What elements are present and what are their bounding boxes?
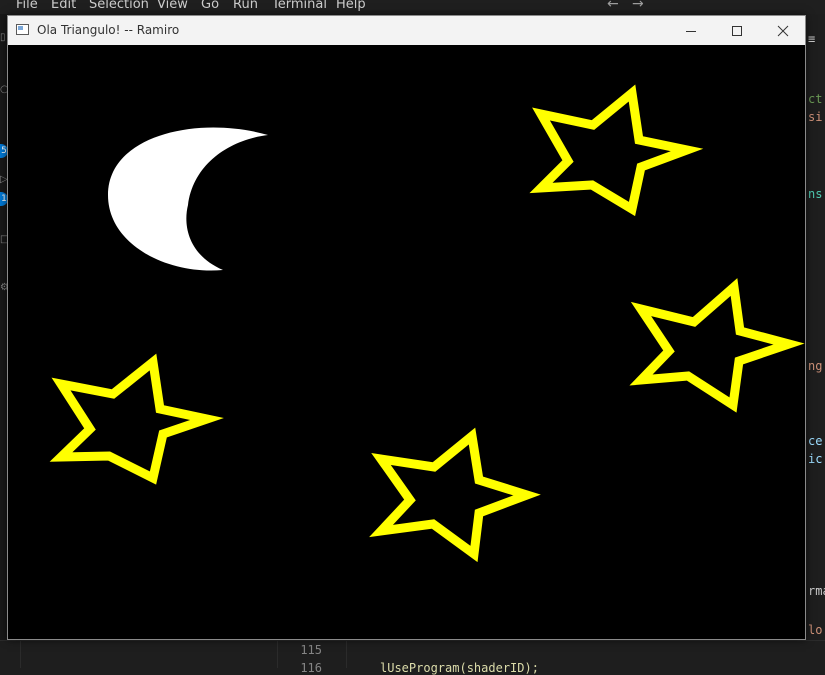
- maximize-button[interactable]: [714, 16, 760, 45]
- panel-divider: [346, 641, 347, 668]
- title-bar[interactable]: Ola Triangulo! -- Ramiro: [8, 16, 805, 45]
- menu-edit[interactable]: Edit: [51, 0, 76, 13]
- close-icon: [777, 25, 789, 36]
- maximize-icon: [732, 25, 742, 36]
- line-number: 115: [300, 643, 322, 657]
- app-window-icon: [16, 24, 29, 35]
- menu-terminal[interactable]: Terminal: [272, 0, 327, 13]
- close-button[interactable]: [760, 16, 806, 45]
- menu-file[interactable]: File: [16, 0, 38, 13]
- menu-selection[interactable]: Selection: [89, 0, 149, 13]
- forward-arrow-icon[interactable]: →: [632, 0, 644, 12]
- panel-divider: [277, 641, 278, 668]
- code-fragment: ic: [808, 452, 823, 466]
- editor-menu-icon[interactable]: ≡: [808, 32, 815, 46]
- ide-editor-edge: ≡ ct si ns ng ce ic rma lo: [806, 14, 825, 667]
- window-title: Ola Triangulo! -- Ramiro: [37, 23, 180, 37]
- code-fragment: si: [808, 110, 823, 124]
- code-fragment: ns: [808, 187, 823, 201]
- app-window: Ola Triangulo! -- Ramiro: [7, 15, 806, 640]
- menu-view[interactable]: View: [157, 0, 188, 13]
- code-fragment: ng: [808, 359, 823, 373]
- panel-divider: [20, 641, 21, 668]
- line-number: 116: [300, 661, 322, 675]
- ide-menubar: File Edit Selection View Go Run Terminal…: [0, 0, 825, 14]
- render-canvas[interactable]: [8, 45, 805, 639]
- code-fragment: lo: [808, 623, 823, 637]
- code-fragment: rma: [808, 584, 825, 598]
- minimize-icon: [686, 30, 696, 32]
- night-scene: [8, 45, 805, 639]
- code-line: lUseProgram(shaderID);: [380, 661, 539, 675]
- night-sky: [8, 45, 805, 639]
- menu-help[interactable]: Help: [336, 0, 366, 13]
- menu-run[interactable]: Run: [233, 0, 258, 13]
- menu-go[interactable]: Go: [201, 0, 219, 13]
- code-fragment: ct: [808, 92, 823, 106]
- minimize-button[interactable]: [668, 16, 714, 45]
- back-arrow-icon[interactable]: ←: [607, 0, 619, 12]
- code-fragment: ce: [808, 434, 823, 448]
- ide-editor-bottom: 115 116 lUseProgram(shaderID);: [0, 640, 825, 675]
